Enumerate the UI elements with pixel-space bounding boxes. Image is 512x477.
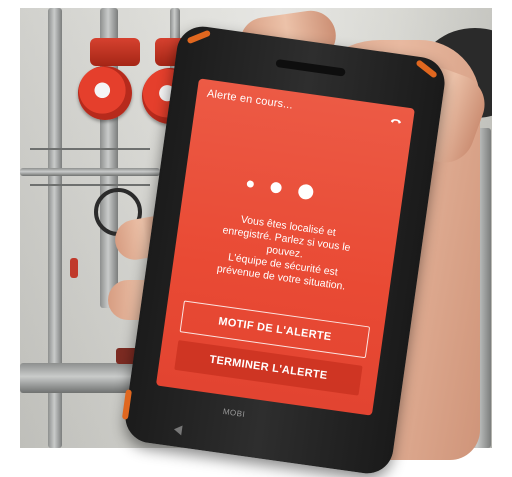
back-nav-icon[interactable]: [173, 424, 183, 436]
progress-dots: [245, 174, 347, 208]
pipe-horizontal: [20, 168, 160, 176]
progress-dot: [297, 183, 315, 201]
alert-screen: Alerte en cours... Vous êtes localisé et…: [155, 78, 415, 416]
bumper-top-left: [186, 29, 212, 45]
progress-dot: [246, 180, 255, 188]
bumper-top-right: [415, 59, 438, 79]
alert-title: Alerte en cours...: [206, 87, 294, 112]
pump-left: [78, 66, 132, 120]
rack-bar: [30, 184, 150, 186]
progress-dot: [269, 181, 283, 194]
screen-topbar: Alerte en cours...: [195, 78, 415, 136]
phone-hangup-icon[interactable]: [388, 112, 404, 128]
earpiece-speaker: [275, 58, 346, 77]
alert-message: Vous êtes localisé et enregistré. Parlez…: [186, 207, 383, 298]
rack-bar: [30, 148, 150, 150]
red-valve: [70, 258, 78, 278]
pump-motor-left: [90, 38, 140, 66]
device-brand: MOBI: [222, 406, 246, 420]
